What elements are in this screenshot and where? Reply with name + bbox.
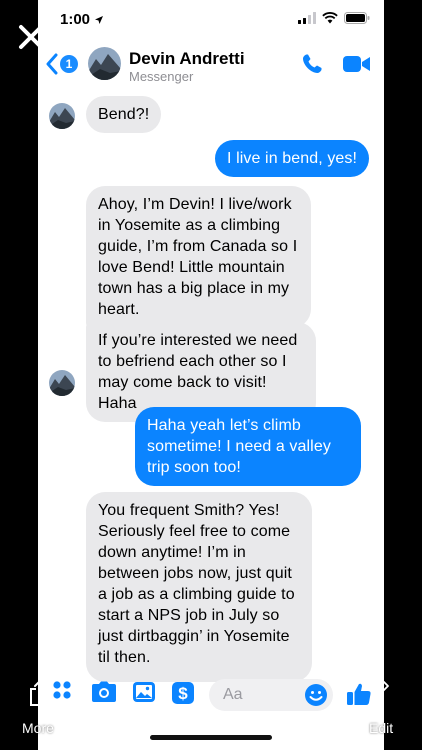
- time-text: 1:00: [60, 11, 91, 28]
- emoji-icon[interactable]: [304, 683, 328, 707]
- messenger-screen: 1:00 1 Devin Andretti Messenger Bend?! I…: [38, 0, 384, 750]
- mountain-photo-icon: [49, 370, 75, 396]
- message-list[interactable]: Bend?! I live in bend, yes! Ahoy, I’m De…: [38, 92, 384, 750]
- svg-text:$: $: [178, 684, 188, 703]
- camera-icon[interactable]: [91, 681, 117, 703]
- message-bubble[interactable]: Ahoy, I’m Devin! I live/work in Yosemite…: [86, 186, 311, 328]
- battery-icon: [344, 12, 370, 24]
- message-bubble[interactable]: Haha yeah let’s climb sometime! I need a…: [135, 407, 361, 486]
- unread-badge: 1: [60, 55, 78, 73]
- sender-avatar[interactable]: [49, 103, 75, 129]
- mountain-photo-icon: [88, 47, 121, 80]
- signal-icon: [298, 12, 316, 24]
- close-icon[interactable]: [14, 20, 48, 54]
- wifi-icon: [322, 12, 338, 24]
- edit-icon[interactable]: [370, 680, 390, 702]
- location-arrow-icon: [95, 15, 104, 24]
- apps-grid-icon[interactable]: [53, 681, 75, 703]
- back-button[interactable]: 1: [46, 53, 78, 75]
- photo-gallery-icon[interactable]: [132, 681, 156, 703]
- message-bubble[interactable]: I live in bend, yes!: [215, 140, 370, 177]
- more-label[interactable]: More: [22, 720, 54, 736]
- mountain-photo-icon: [49, 103, 75, 129]
- payment-dollar-icon[interactable]: $: [171, 681, 195, 705]
- edit-label[interactable]: Edit: [369, 720, 393, 736]
- contact-name[interactable]: Devin Andretti: [129, 49, 245, 69]
- phone-call-icon[interactable]: [300, 52, 324, 76]
- contact-avatar[interactable]: [88, 47, 121, 80]
- chevron-left-icon: [46, 53, 58, 75]
- status-time: 1:00: [60, 11, 104, 28]
- contact-subtitle: Messenger: [129, 69, 194, 84]
- share-icon[interactable]: [28, 680, 52, 706]
- conversation-header: 1 Devin Andretti Messenger: [38, 40, 384, 92]
- sender-avatar[interactable]: [49, 370, 75, 396]
- thumbs-up-icon[interactable]: [346, 681, 372, 707]
- status-bar: 1:00: [38, 0, 384, 40]
- composer-bar: $ Aa: [38, 672, 384, 722]
- video-call-icon[interactable]: [343, 54, 371, 74]
- home-indicator[interactable]: [150, 735, 272, 740]
- message-bubble[interactable]: You frequent Smith? Yes! Seriously feel …: [86, 492, 312, 682]
- message-bubble[interactable]: Bend?!: [86, 96, 162, 133]
